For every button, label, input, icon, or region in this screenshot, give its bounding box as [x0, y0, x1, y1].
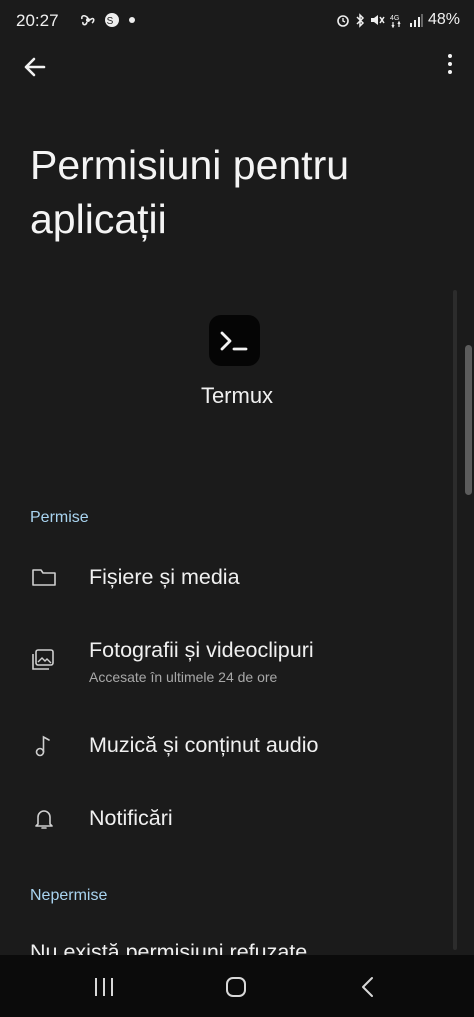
page-title: Permisiuni pentru aplicații: [30, 142, 350, 242]
arrow-left-icon: [24, 57, 46, 77]
skype-icon: S: [104, 13, 119, 28]
section-denied-header: Nepermise: [30, 887, 108, 904]
terminal-icon: [220, 331, 247, 350]
permission-label: Fișiere și media: [89, 565, 240, 589]
fan-icon: [81, 15, 95, 26]
image-icon: [31, 648, 57, 674]
bluetooth-icon: [356, 12, 365, 28]
permission-label: Muzică și conținut audio: [89, 733, 319, 757]
permission-label: Notificări: [89, 806, 173, 830]
status-left-icons: S: [80, 11, 136, 28]
signal-icon: [409, 14, 423, 27]
status-right: 4G 48%: [336, 11, 460, 29]
section-allowed-header: Permise: [30, 509, 89, 526]
content-scrollbar[interactable]: [453, 290, 457, 950]
permission-label: Fotografii și videoclipuri: [89, 638, 314, 662]
home-button[interactable]: [221, 975, 251, 999]
app-icon: [209, 315, 260, 366]
permission-item-notifications[interactable]: [0, 791, 450, 847]
more-vert-icon: [446, 54, 454, 74]
alarm-icon: [337, 15, 349, 27]
dot-icon: [128, 17, 135, 24]
recents-icon: [95, 978, 113, 996]
nav-back-button[interactable]: [353, 975, 383, 999]
recents-button[interactable]: [89, 975, 119, 999]
permission-sublabel: Accesate în ultimele 24 de ore: [89, 669, 278, 685]
bell-icon: [31, 806, 57, 832]
home-icon: [226, 977, 246, 997]
app-name: Termux: [200, 383, 274, 408]
svg-text:4G: 4G: [390, 15, 399, 22]
network-4g-icon: 4G: [390, 15, 401, 28]
more-options-button[interactable]: [446, 54, 454, 80]
scroll-thumb[interactable]: [465, 345, 472, 495]
folder-icon: [31, 565, 57, 591]
battery-level: 48%: [427, 11, 460, 28]
mute-icon: [370, 15, 385, 25]
back-button[interactable]: [20, 52, 50, 82]
status-time: 20:27: [16, 11, 59, 30]
svg-text:S: S: [107, 16, 118, 27]
music-note-icon: [31, 733, 57, 759]
back-chevron-icon: [362, 977, 373, 997]
